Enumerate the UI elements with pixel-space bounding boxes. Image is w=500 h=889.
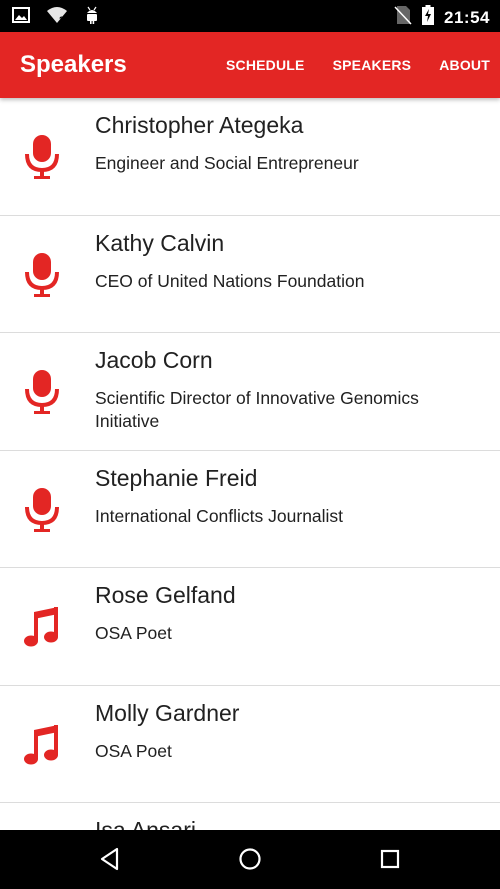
speaker-name: Kathy Calvin: [95, 229, 225, 256]
speaker-role: OSA Poet: [95, 740, 172, 761]
speaker-role: CEO of United Nations Foundation: [95, 270, 365, 291]
speaker-role: OSA Poet: [95, 623, 172, 643]
speaker-name: Isa Ansari: [95, 817, 196, 830]
svg-text:?: ?: [59, 15, 65, 24]
speaker-name: Molly Gardner: [95, 699, 240, 726]
music-note-icon: [24, 604, 60, 650]
page-title: Speakers: [20, 51, 127, 78]
list-item[interactable]: Kathy Calvin CEO of United Nations Found…: [0, 216, 500, 333]
wifi-unknown-icon: ?: [46, 6, 68, 29]
list-item[interactable]: Molly Gardner OSA Poet: [0, 686, 500, 803]
speaker-name: Rose Gelfand: [95, 582, 236, 608]
list-item[interactable]: Jacob Corn Scientific Director of Innova…: [0, 333, 500, 451]
no-sim-icon: [394, 5, 412, 30]
speaker-name: Jacob Corn: [95, 347, 213, 373]
list-item[interactable]: Stephanie Freid International Conflicts …: [0, 451, 500, 568]
navigation-bar: [0, 830, 500, 889]
speaker-role: Engineer and Social Entrepreneur: [95, 153, 359, 173]
tab-speakers[interactable]: SPEAKERS: [333, 57, 412, 73]
speaker-name: Stephanie Freid: [95, 464, 258, 491]
recents-icon[interactable]: [375, 844, 405, 874]
back-icon[interactable]: [95, 844, 125, 874]
microphone-icon: [24, 252, 60, 298]
status-time: 21:54: [444, 7, 490, 27]
app-bar: Speakers SCHEDULE SPEAKERS ABOUT: [0, 32, 500, 98]
speaker-list[interactable]: Christopher Ategeka Engineer and Social …: [0, 98, 500, 830]
microphone-icon: [24, 369, 60, 415]
speaker-role: International Conflicts Journalist: [95, 505, 344, 526]
home-icon[interactable]: [235, 844, 265, 874]
speaker-name: Christopher Ategeka: [95, 112, 304, 138]
tab-schedule[interactable]: SCHEDULE: [226, 57, 305, 73]
list-item[interactable]: Christopher Ategeka Engineer and Social …: [0, 98, 500, 216]
music-note-icon: [24, 722, 60, 768]
speaker-role: Scientific Director of Innovative Genomi…: [95, 388, 419, 431]
status-bar: ? 21:54: [0, 0, 500, 32]
tab-about[interactable]: ABOUT: [439, 57, 490, 73]
battery-charging-icon: [422, 5, 435, 30]
microphone-icon: [24, 134, 60, 180]
image-icon: [12, 6, 30, 29]
list-item[interactable]: Isa Ansari: [0, 803, 500, 830]
list-item[interactable]: Rose Gelfand OSA Poet: [0, 568, 500, 686]
android-debug-icon: [84, 6, 100, 29]
tab-bar: SCHEDULE SPEAKERS ABOUT: [226, 32, 490, 98]
microphone-icon: [24, 487, 60, 533]
